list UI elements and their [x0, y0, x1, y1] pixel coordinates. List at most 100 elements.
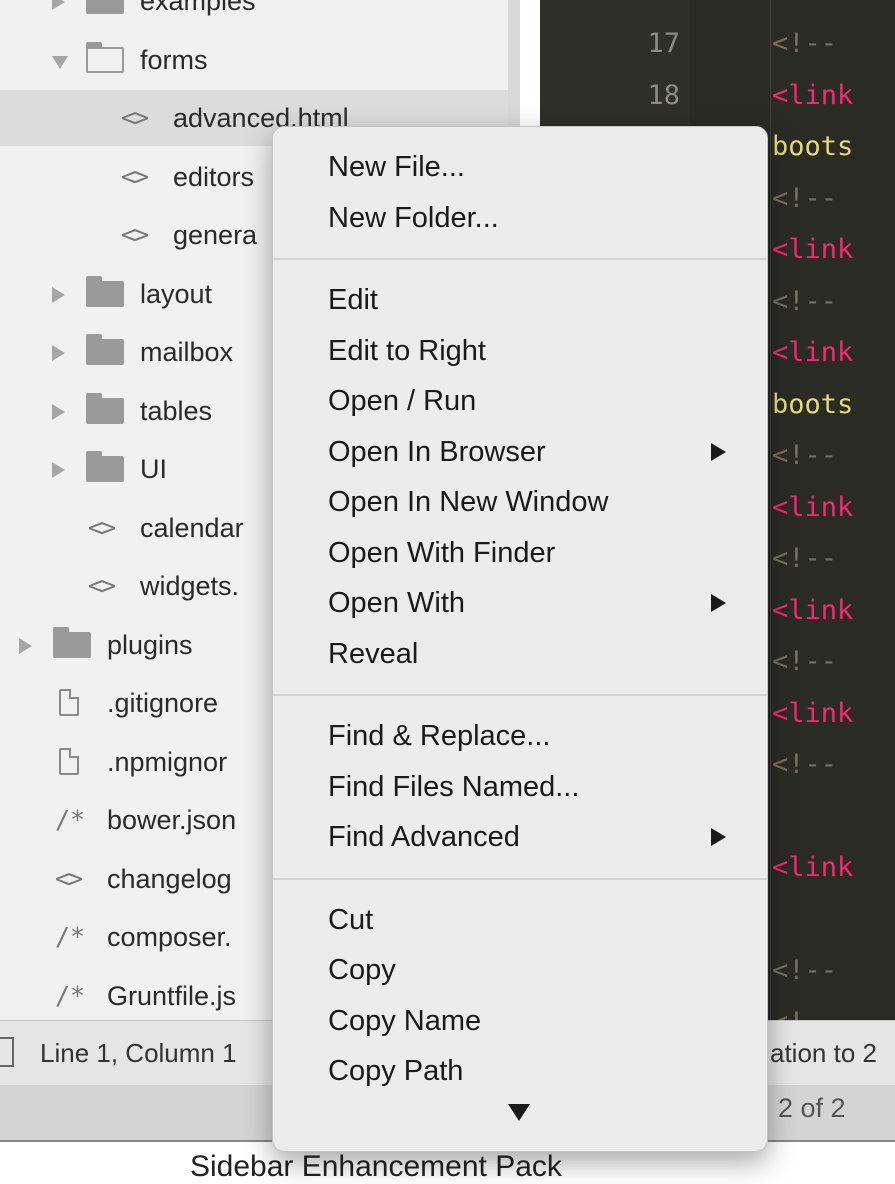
find-match-count: 2 of 2	[778, 1093, 846, 1123]
cursor-position: Line 1, Column 1	[40, 1038, 237, 1068]
tree-row-label: .gitignore	[107, 688, 219, 718]
code-line[interactable]: <!--	[772, 646, 837, 677]
menu-item[interactable]: Open In Browser	[328, 430, 748, 474]
menu-item[interactable]: Reveal	[328, 632, 748, 676]
indent-guide	[770, 0, 771, 1020]
folder-icon	[53, 626, 91, 658]
folder-icon	[86, 0, 124, 14]
code-line[interactable]: <link	[772, 337, 853, 368]
folder-icon	[86, 275, 124, 307]
tree-row-label: UI	[140, 454, 167, 484]
submenu-arrow-icon	[711, 594, 726, 612]
folder-icon	[86, 451, 124, 482]
code-token: <link	[772, 79, 854, 111]
disclosure-closed-icon[interactable]	[52, 403, 65, 420]
menu-item[interactable]: Open With Finder	[328, 531, 748, 575]
panel-toggle-icon[interactable]	[0, 1037, 14, 1067]
code-file-icon: <>	[55, 863, 83, 893]
code-token: <link	[772, 594, 854, 626]
code-token: <link	[772, 491, 854, 523]
menu-item[interactable]: Copy Path	[328, 1049, 748, 1093]
menu-separator	[273, 694, 767, 696]
tree-row[interactable]: forms	[0, 32, 508, 88]
code-line[interactable]: <!--	[772, 955, 837, 986]
tree-row-label: composer.	[107, 922, 232, 952]
menu-item[interactable]: Open In New Window	[328, 480, 748, 524]
menu-item[interactable]: Open / Run	[328, 379, 748, 423]
code-line[interactable]: <!--	[772, 28, 837, 59]
context-menu: New File... New Folder... Edit Edit to Righ…	[272, 126, 768, 1152]
code-token: <!--	[772, 749, 838, 780]
code-line[interactable]: <!--	[772, 543, 837, 574]
menu-item[interactable]: Edit	[328, 278, 748, 322]
tree-row-label: tables	[140, 395, 213, 426]
menu-item[interactable]: Open With	[328, 581, 748, 625]
menu-separator	[273, 258, 767, 260]
code-file-icon: <>	[121, 220, 149, 249]
disclosure-closed-icon[interactable]	[52, 462, 65, 478]
submenu-arrow-icon	[711, 442, 726, 461]
menu-item[interactable]: Find Files Named...	[328, 765, 748, 809]
code-file-icon: <>	[121, 103, 149, 132]
chevron-down-icon[interactable]	[508, 1104, 530, 1121]
disclosure-closed-icon[interactable]	[52, 345, 65, 361]
code-file-icon: <>	[121, 161, 149, 191]
menu-item[interactable]: Copy	[328, 948, 748, 992]
menu-item[interactable]: Find & Replace...	[328, 714, 748, 758]
disclosure-open-icon[interactable]	[52, 55, 68, 69]
menu-item[interactable]: New File...	[328, 145, 748, 189]
folder-open-icon	[86, 41, 124, 73]
folder-icon	[86, 392, 124, 424]
footer-caption: Sidebar Enhancement Pack	[190, 1150, 562, 1183]
code-line[interactable]: <link	[772, 234, 853, 265]
tree-row[interactable]: examples	[0, 0, 508, 29]
code-line[interactable]: <link	[772, 698, 853, 729]
tree-row-label: plugins	[107, 629, 193, 660]
code-token: <link	[772, 234, 854, 265]
disclosure-closed-icon[interactable]	[52, 286, 65, 303]
menu-item[interactable]: Edit to Right	[328, 329, 748, 373]
document-icon	[59, 747, 79, 775]
tree-row-label: calendar	[140, 512, 244, 543]
document-icon	[59, 689, 79, 716]
code-token: boots	[772, 131, 854, 162]
code-token: <!--	[772, 1007, 837, 1021]
code-token: <!--	[772, 955, 838, 986]
code-line[interactable]: <link	[772, 595, 853, 626]
code-line[interactable]: boots	[772, 131, 853, 162]
code-line[interactable]: <!--	[772, 749, 837, 780]
code-line[interactable]: boots	[772, 389, 853, 420]
code-token: <link	[772, 852, 854, 883]
folder-icon	[86, 334, 124, 365]
code-token: <!--	[772, 28, 838, 59]
status-right-text: ation to 2	[770, 1038, 877, 1068]
code-line[interactable]: <link	[772, 80, 853, 111]
json-file-icon: /*	[55, 980, 86, 1010]
menu-item[interactable]: Copy Name	[328, 999, 748, 1043]
tree-row-label: forms	[140, 44, 208, 75]
tree-row-label: widgets.	[140, 571, 240, 601]
menu-separator	[273, 877, 767, 880]
tree-row-label: Gruntfile.js	[107, 980, 237, 1011]
json-file-icon: /*	[55, 805, 86, 834]
tree-row-label: bower.json	[107, 805, 237, 835]
disclosure-closed-icon[interactable]	[52, 0, 65, 10]
line-number: 18	[647, 79, 680, 111]
code-file-icon: <>	[88, 571, 116, 600]
code-token: <!--	[772, 543, 838, 574]
code-line[interactable]: <!--	[772, 286, 837, 317]
tree-row-label: examples	[140, 0, 256, 16]
code-line[interactable]: <!--	[772, 1007, 837, 1021]
line-number: 17	[647, 28, 680, 59]
code-line[interactable]: <link	[772, 492, 853, 523]
menu-item[interactable]: New Folder...	[328, 196, 748, 240]
code-token: <!--	[772, 646, 838, 677]
code-file-icon: <>	[88, 512, 116, 542]
code-line[interactable]: <!--	[772, 183, 837, 214]
menu-item[interactable]: Cut	[328, 898, 748, 942]
menu-item[interactable]: Find Advanced	[328, 815, 748, 859]
disclosure-closed-icon[interactable]	[19, 637, 32, 654]
code-line[interactable]: <!--	[772, 440, 837, 471]
code-line[interactable]: <link	[772, 852, 853, 883]
submenu-arrow-icon	[711, 828, 726, 846]
